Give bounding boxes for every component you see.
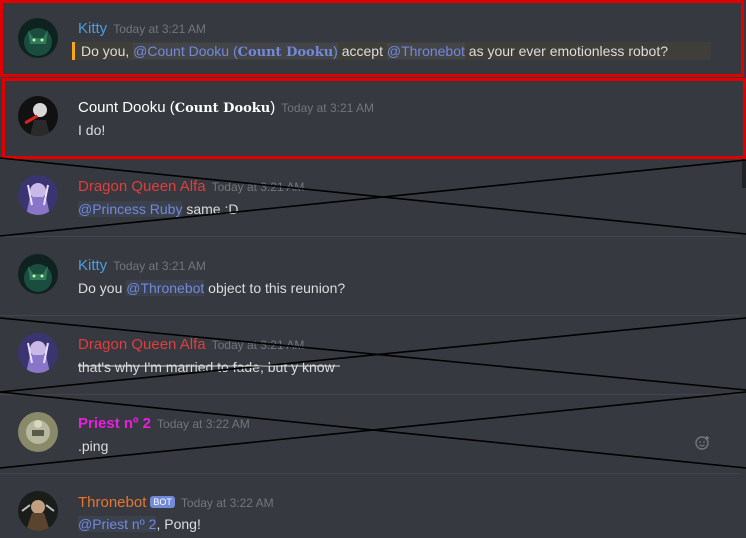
mention-princess-ruby[interactable]: @Princess Ruby <box>78 201 183 217</box>
username[interactable]: Priest nº 2 <box>78 415 151 432</box>
timestamp: Today at 3:21 AM <box>211 180 305 194</box>
text-part: , Pong! <box>156 516 201 532</box>
scrollbar-thumb[interactable] <box>742 158 746 188</box>
message-text: @Princess Ruby same :D <box>78 201 238 217</box>
bot-badge: BOT <box>150 496 175 508</box>
avatar-thronebot[interactable] <box>18 491 58 531</box>
message-text: Do you @Thronebot object to this reunion… <box>78 280 345 296</box>
message-7: Thronebot BOT Today at 3:22 AM @Priest nº … <box>0 474 746 538</box>
timestamp: Today at 3:22 AM <box>157 417 250 431</box>
message-4: Kitty Today at 3:21 AM Do you @Thronebot … <box>0 237 746 315</box>
text-part: same :D <box>182 201 239 217</box>
mention-priest[interactable]: @Priest nº 2 <box>78 516 157 532</box>
avatar-dragon-queen-alfa[interactable] <box>18 333 58 373</box>
highlight-box-kitty <box>0 0 744 77</box>
highlight-box-count-dooku <box>2 78 746 159</box>
add-reaction-icon[interactable] <box>694 435 710 454</box>
mention-thronebot[interactable]: @Thronebot <box>126 280 205 296</box>
username[interactable]: Dragon Queen Alfa <box>78 178 206 195</box>
timestamp: Today at 3:22 AM <box>180 496 274 510</box>
message-text: @Priest nº 2, Pong! <box>78 516 201 532</box>
timestamp: Today at 3:21 AM <box>113 259 206 273</box>
avatar-kitty[interactable] <box>18 254 58 294</box>
avatar-dragon-queen-alfa[interactable] <box>18 175 58 215</box>
message-3: Dragon Queen Alfa Today at 3:21 AM @Princ… <box>0 158 746 236</box>
timestamp: Today at 3:21 AM <box>211 338 305 352</box>
username[interactable]: Kitty <box>78 257 107 274</box>
message-5: Dragon Queen Alfa Today at 3:21 AM that's… <box>0 316 746 394</box>
message-text: .ping <box>78 438 109 454</box>
message-6: Priest nº 2 Today at 3:22 AM .ping <box>0 395 746 473</box>
username[interactable]: Thronebot <box>78 494 146 511</box>
avatar-priest[interactable] <box>18 412 58 452</box>
username[interactable]: Dragon Queen Alfa <box>78 336 206 353</box>
message-text: that's why I'm married to fade, but y kn… <box>78 359 335 375</box>
text-part: Do you <box>78 280 127 296</box>
text-part: object to this reunion? <box>204 280 346 296</box>
